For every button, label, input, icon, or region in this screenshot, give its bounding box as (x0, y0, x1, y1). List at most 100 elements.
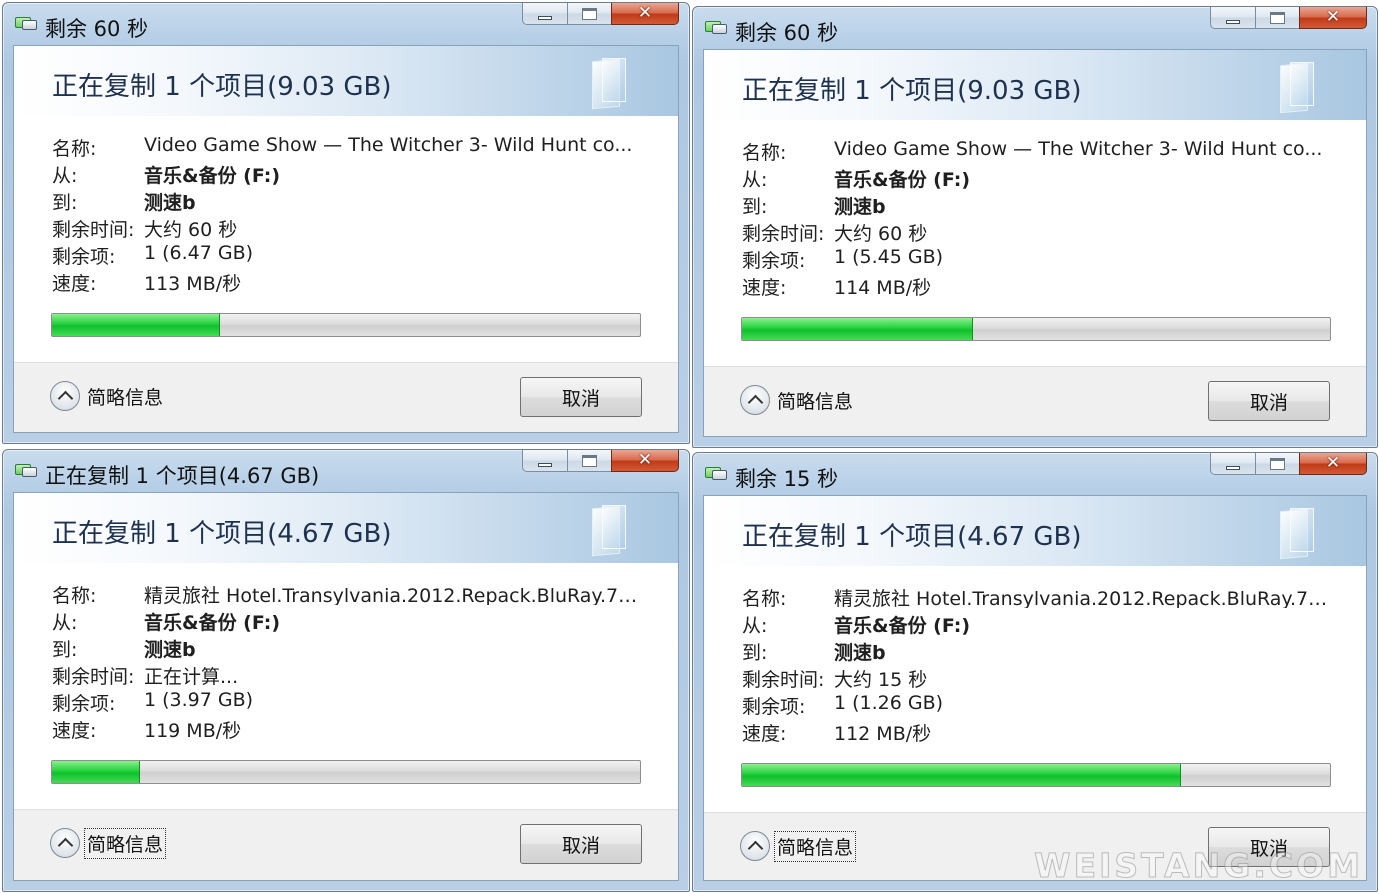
minimize-icon (538, 462, 552, 467)
time-remaining-label: 剩余时间: (742, 669, 825, 691)
details-panel: 名称: 精灵旅社 Hotel.Transylvania.2012.Repack.B… (704, 566, 1366, 812)
maximize-button[interactable] (567, 3, 611, 25)
dialog-footer: 简略信息 取消 (14, 809, 678, 880)
dialog-client: 正在复制 1 个项目(4.67 GB) 名称: 精灵旅社 Hotel.Transy… (703, 495, 1367, 881)
progress-fill (742, 764, 1182, 786)
copy-dialog-4: 剩余 15 秒 ✕ 正在复制 1 个项目(4.67 GB) 名称: 精灵旅社 Ho… (692, 452, 1378, 892)
title-bar[interactable]: 正在复制 1 个项目(4.67 GB) ✕ (3, 450, 689, 490)
maximize-button[interactable] (1255, 7, 1299, 29)
chevron-up-icon[interactable] (50, 828, 80, 858)
chevron-up-icon[interactable] (740, 831, 770, 861)
speed-label: 速度: (52, 720, 97, 742)
close-button[interactable]: ✕ (611, 450, 679, 472)
items-remaining-row: 剩余项: 1 (3.97 GB) (52, 689, 253, 715)
header-banner: 正在复制 1 个项目(4.67 GB) (14, 493, 678, 563)
fewer-details-label[interactable]: 简略信息 (84, 827, 167, 859)
chevron-up-icon[interactable] (50, 381, 80, 411)
name-value: 精灵旅社 Hotel.Transylvania.2012.Repack.BluR… (144, 585, 646, 605)
dialog-footer: 简略信息 取消 (704, 366, 1366, 436)
copy-files-icon (705, 465, 727, 481)
to-row: 到: 测速b (742, 638, 886, 664)
to-value[interactable]: 测速b (144, 635, 196, 659)
cancel-button[interactable]: 取消 (1208, 381, 1330, 421)
from-label: 从: (742, 169, 768, 191)
title-bar[interactable]: 剩余 60 秒 ✕ (3, 3, 689, 43)
header-banner: 正在复制 1 个项目(9.03 GB) (704, 50, 1366, 120)
name-row: 名称: Video Game Show — The Witcher 3- Wild… (742, 138, 1323, 164)
name-row: 名称: Video Game Show — The Witcher 3- Wild… (52, 134, 632, 160)
minimize-button[interactable] (1210, 7, 1255, 29)
from-value[interactable]: 音乐&备份 (F:) (144, 161, 280, 185)
fewer-details-toggle[interactable]: 简略信息 (50, 826, 167, 860)
close-icon: ✕ (637, 450, 653, 470)
items-remaining-value: 1 (6.47 GB) (144, 242, 254, 264)
header-banner: 正在复制 1 个项目(9.03 GB) (14, 46, 678, 116)
fewer-details-toggle[interactable]: 简略信息 (740, 829, 857, 863)
from-row: 从: 音乐&备份 (F:) (742, 611, 970, 637)
window-title: 剩余 60 秒 (45, 17, 149, 41)
to-label: 到: (742, 642, 768, 664)
fewer-details-toggle[interactable]: 简略信息 (740, 383, 856, 417)
close-button[interactable]: ✕ (1299, 7, 1367, 29)
name-label: 名称: (742, 588, 787, 610)
copy-heading: 正在复制 1 个项目(9.03 GB) (742, 76, 1082, 106)
title-bar[interactable]: 剩余 60 秒 ✕ (693, 7, 1377, 47)
glass-pane-icon (1280, 62, 1316, 114)
close-button[interactable]: ✕ (1299, 453, 1367, 475)
maximize-icon (582, 454, 597, 467)
speed-value: 113 MB/秒 (144, 273, 242, 293)
to-row: 到: 测速b (742, 192, 886, 218)
fewer-details-label[interactable]: 简略信息 (774, 830, 857, 862)
copy-files-icon (15, 15, 37, 31)
from-label: 从: (742, 615, 768, 637)
maximize-button[interactable] (567, 450, 611, 472)
glass-pane-icon (1280, 508, 1316, 560)
to-value[interactable]: 测速b (834, 638, 886, 662)
name-value: Video Game Show — The Witcher 3- Wild Hu… (834, 138, 1323, 160)
fewer-details-toggle[interactable]: 简略信息 (50, 379, 166, 413)
minimize-button[interactable] (1210, 453, 1255, 475)
window-title: 剩余 60 秒 (735, 21, 839, 45)
time-remaining-label: 剩余时间: (52, 666, 135, 688)
close-icon: ✕ (1325, 453, 1341, 473)
progress-fill (52, 761, 141, 783)
dialog-client: 正在复制 1 个项目(4.67 GB) 名称: 精灵旅社 Hotel.Transy… (13, 492, 679, 881)
details-panel: 名称: Video Game Show — The Witcher 3- Wild… (14, 116, 678, 362)
fewer-details-label[interactable]: 简略信息 (84, 381, 166, 412)
minimize-button[interactable] (522, 3, 567, 25)
speed-label: 速度: (52, 273, 97, 295)
cancel-button[interactable]: 取消 (520, 824, 642, 864)
speed-value: 112 MB/秒 (834, 723, 932, 743)
from-value[interactable]: 音乐&备份 (F:) (144, 608, 280, 632)
cancel-button[interactable]: 取消 (520, 377, 642, 417)
to-label: 到: (52, 192, 78, 214)
copy-progress-bar (51, 313, 641, 337)
time-remaining-value: 大约 15 秒 (834, 669, 928, 689)
details-panel: 名称: Video Game Show — The Witcher 3- Wild… (704, 120, 1366, 366)
from-label: 从: (52, 165, 78, 187)
copy-progress-bar (51, 760, 641, 784)
fewer-details-label[interactable]: 简略信息 (774, 385, 856, 416)
chevron-up-icon[interactable] (740, 385, 770, 415)
from-value[interactable]: 音乐&备份 (F:) (834, 165, 970, 189)
maximize-button[interactable] (1255, 453, 1299, 475)
copy-progress-bar (741, 763, 1331, 787)
maximize-icon (1270, 457, 1285, 470)
minimize-icon (538, 15, 552, 20)
close-button[interactable]: ✕ (611, 3, 679, 25)
title-bar[interactable]: 剩余 15 秒 ✕ (693, 453, 1377, 493)
maximize-icon (582, 7, 597, 20)
items-remaining-label: 剩余项: (742, 250, 806, 272)
to-label: 到: (52, 639, 78, 661)
dialog-client: 正在复制 1 个项目(9.03 GB) 名称: Video Game Show —… (703, 49, 1367, 437)
from-value[interactable]: 音乐&备份 (F:) (834, 611, 970, 635)
minimize-button[interactable] (522, 450, 567, 472)
speed-row: 速度: 119 MB/秒 (52, 716, 241, 742)
details-panel: 名称: 精灵旅社 Hotel.Transylvania.2012.Repack.B… (14, 563, 678, 809)
from-row: 从: 音乐&备份 (F:) (52, 161, 280, 187)
to-value[interactable]: 测速b (144, 188, 196, 212)
to-value[interactable]: 测速b (834, 192, 886, 216)
copy-heading: 正在复制 1 个项目(9.03 GB) (52, 72, 392, 102)
name-label: 名称: (52, 585, 97, 607)
copy-files-icon (705, 19, 727, 35)
